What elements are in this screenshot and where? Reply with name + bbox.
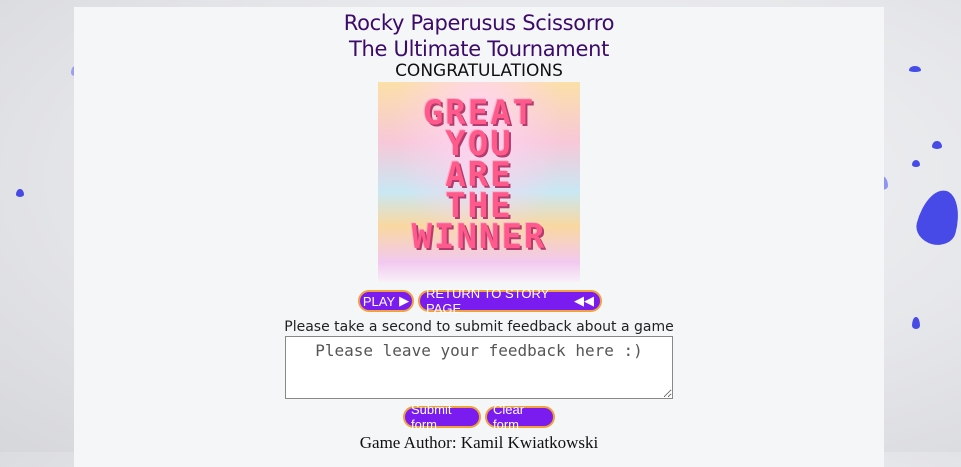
game-title: Rocky Paperusus Scissorro: [343, 11, 615, 35]
rewind-icon: ◀◀: [574, 293, 594, 308]
feedback-textarea[interactable]: [285, 336, 673, 399]
congratulations-heading: CONGRATULATIONS: [395, 61, 563, 81]
feedback-label: Please take a second to submit feedback …: [284, 319, 674, 335]
game-subtitle: The Ultimate Tournament: [348, 37, 610, 61]
play-icon: ▶: [399, 293, 410, 308]
submit-button-label: Submit form: [411, 402, 452, 432]
winner-image: GREAT YOU ARE THE WINNER: [378, 82, 580, 282]
winner-line: WINNER: [411, 217, 547, 257]
return-to-story-button[interactable]: RETURN TO STORY PAGE ◀◀: [418, 286, 602, 316]
confetti-petal: [912, 160, 920, 167]
main-panel: Rocky Paperusus Scissorro The Ultimate T…: [74, 7, 884, 467]
submit-form-button[interactable]: Submit form: [403, 402, 481, 432]
clear-form-button[interactable]: Clear form: [485, 402, 555, 432]
confetti-petal: [16, 189, 24, 197]
play-button-label: PLAY: [362, 293, 396, 309]
clear-button-label: Clear form: [493, 402, 525, 432]
play-button[interactable]: PLAY ▶: [358, 290, 414, 312]
confetti-petal: [912, 185, 961, 250]
return-button-label: RETURN TO STORY PAGE: [426, 286, 550, 316]
confetti-petal: [932, 141, 942, 149]
confetti-petal: [912, 317, 920, 329]
winner-image-text: GREAT YOU ARE THE WINNER: [378, 96, 580, 257]
confetti-petal: [909, 66, 921, 72]
game-author: Game Author: Kamil Kwiatkowski: [359, 433, 599, 452]
